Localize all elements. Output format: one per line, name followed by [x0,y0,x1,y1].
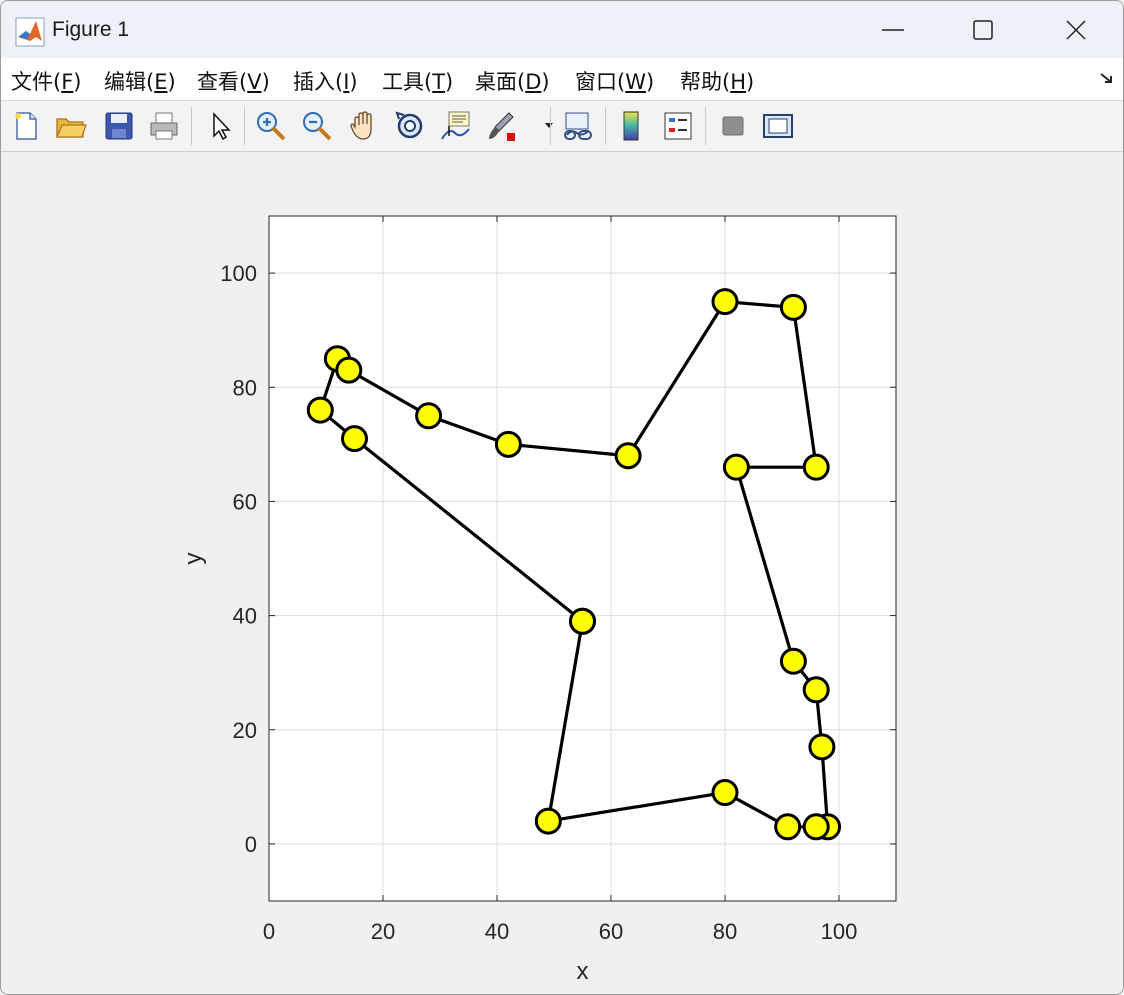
window-title: Figure 1 [52,18,130,41]
data-point-marker [614,442,642,470]
legend-icon[interactable] [661,109,695,143]
x-tick-label: 80 [713,919,737,944]
data-point-marker [802,813,830,841]
y-tick-label: 80 [233,375,257,400]
colorbar-icon[interactable] [615,109,649,143]
y-axis-label: y [180,553,207,565]
menu-window[interactable]: 窗口(W) [575,66,654,96]
data-point-marker [802,453,830,481]
title-bar: Figure 1 [1,1,1123,58]
menu-desktop[interactable]: 桌面(D) [475,66,550,96]
menu-tools[interactable]: 工具(T) [382,66,453,96]
toolbar-separator [550,107,551,145]
toolbar-separator [705,107,706,145]
brush-icon[interactable] [485,109,519,143]
y-tick-label: 0 [245,832,257,857]
link-plot-icon[interactable] [561,109,595,143]
data-point-marker [808,733,836,761]
maximize-button[interactable] [937,1,1029,58]
data-point-marker [711,288,739,316]
axes-background [269,216,896,901]
close-button[interactable] [1031,1,1123,58]
select-arrow-icon[interactable] [204,109,238,143]
data-point-marker [415,402,443,430]
pan-hand-icon[interactable] [347,109,381,143]
x-tick-label: 0 [263,919,275,944]
y-tick-label: 20 [233,718,257,743]
figure-window: Figure 1 文件(F) 编辑(E) 查看(V) 插入(I) 工具(T) 桌… [0,0,1124,995]
y-tick-label: 60 [233,489,257,514]
data-point-marker [335,356,363,384]
data-point-marker [722,453,750,481]
zoom-out-icon[interactable] [300,109,334,143]
data-point-marker [802,676,830,704]
zoom-in-icon[interactable] [254,109,288,143]
y-tick-label: 100 [220,261,257,286]
y-tick-label: 40 [233,604,257,629]
data-point-marker [779,647,807,675]
x-tick-label: 60 [599,919,623,944]
data-point-marker [774,813,802,841]
menu-edit[interactable]: 编辑(E) [104,66,176,96]
matlab-logo-icon [15,17,45,47]
minimize-button[interactable] [847,1,939,58]
rotate-3d-icon[interactable] [393,109,427,143]
data-point-marker [711,779,739,807]
data-point-marker [306,396,334,424]
x-axis-label: x [577,958,589,985]
menu-file[interactable]: 文件(F) [11,66,82,96]
data-tips-icon[interactable] [439,109,473,143]
menu-bar: 文件(F) 编辑(E) 查看(V) 插入(I) 工具(T) 桌面(D) 窗口(W… [1,58,1123,101]
toolbar-separator [605,107,606,145]
toolbar-separator [244,107,245,145]
menu-help[interactable]: 帮助(H) [680,66,754,96]
x-tick-label: 40 [485,919,509,944]
save-icon[interactable] [102,109,136,143]
data-point-marker [779,293,807,321]
data-point-marker [494,430,522,458]
show-plot-tools-icon[interactable] [761,109,795,143]
new-figure-icon[interactable] [9,109,43,143]
data-point-marker [534,807,562,835]
data-point-marker [569,607,596,635]
data-point-marker [341,425,368,453]
menu-insert[interactable]: 插入(I) [293,66,358,96]
open-folder-icon[interactable] [54,109,88,143]
figure-toolbar [1,101,1123,152]
brush-dropdown-arrow-icon[interactable] [532,109,553,143]
toolbar-separator [191,107,192,145]
x-tick-label: 100 [821,919,858,944]
dock-arrow-icon[interactable] [1098,70,1116,88]
plot-svg: 0 20 40 60 80 100 0 20 40 60 80 100 x y [180,215,897,985]
x-tick-label: 20 [371,919,395,944]
figure-canvas: 0 20 40 60 80 100 0 20 40 60 80 100 x y [1,152,1123,994]
menu-view[interactable]: 查看(V) [197,66,270,96]
print-icon[interactable] [147,109,181,143]
hide-plot-tools-icon[interactable] [716,109,750,143]
